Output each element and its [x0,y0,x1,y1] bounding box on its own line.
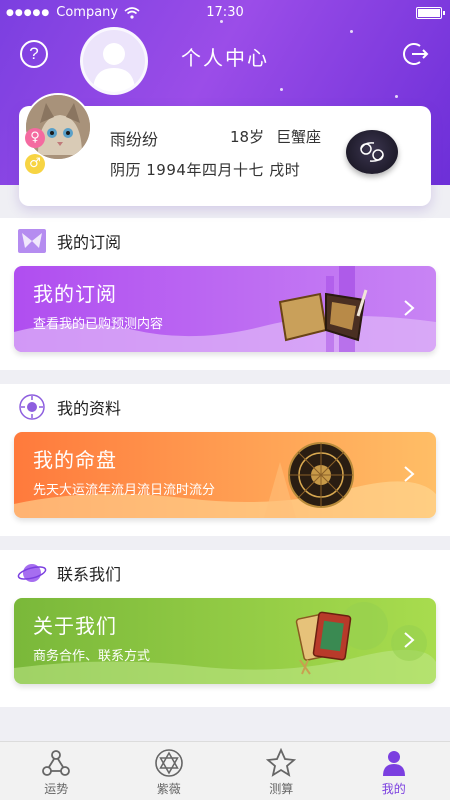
zodiac-wheel-icon [288,442,354,508]
profile-lunar-birthday: 阴历 1994年四月十七 戌时 [110,161,301,179]
female-icon: ♀ [25,128,45,148]
profile-photo [24,93,92,161]
bottom-tab-bar: 运势 紫薇 测算 我的 [0,741,450,800]
banner-title: 我的命盘 [33,448,117,472]
section-subscription: 我的订阅 我的订阅 查看我的已购预测内容 [0,218,450,370]
page-title: 个人中心 [181,46,269,70]
butterfly-icon [18,229,46,253]
birth-chart-banner[interactable]: 我的命盘 先天大运流年流月流日流时流分 [14,432,436,518]
tab-label: 运势 [44,782,69,796]
tab-label: 测算 [269,782,294,796]
tab-fortune[interactable]: 运势 [0,742,113,800]
tab-ziwei[interactable]: 紫薇 [113,742,226,800]
person-icon [382,751,405,776]
subscription-banner[interactable]: 我的订阅 查看我的已购预测内容 [14,266,436,352]
section-title: 联系我们 [57,565,122,584]
profile-name: 雨纷纷 [110,130,159,149]
section-title: 我的订阅 [57,233,122,252]
section-profile-info: 我的资料 我的命盘 先天大运流年流月流日流时流分 [0,384,450,536]
banner-subtitle: 查看我的已购预测内容 [33,317,164,332]
profile-card[interactable]: ♀ ♂ 雨纷纷 18岁 巨蟹座 阴历 1994年四月十七 戌时 [19,93,431,206]
cancer-zodiac-icon [346,130,398,174]
section-title: 我的资料 [57,399,122,418]
status-bar: ●●●●● Company 17:30 [0,4,450,24]
tab-label: 紫薇 [156,782,181,796]
chevron-right-icon [404,300,415,316]
about-us-banner[interactable]: 关于我们 商务合作、联系方式 [14,598,436,684]
banner-subtitle: 商务合作、联系方式 [33,649,151,664]
tab-mine[interactable]: 我的 [338,742,450,800]
banner-title: 我的订阅 [33,282,117,306]
status-time: 17:30 [206,5,244,20]
tab-label: 我的 [381,782,406,796]
profile-zodiac-sign: 巨蟹座 [276,128,322,146]
male-icon: ♂ [25,154,45,174]
profile-age: 18岁 [230,128,265,146]
exit-icon[interactable] [402,40,430,68]
tarot-cards-icon [295,611,352,675]
tab-calculate[interactable]: 测算 [225,742,338,800]
book-icon [278,289,368,342]
banner-subtitle: 先天大运流年流月流日流时流分 [33,483,216,498]
chevron-right-icon [404,466,415,482]
star-of-david-icon [154,749,183,777]
planet-icon [17,564,47,582]
network-icon [42,750,71,776]
section-contact: 联系我们 关于我们 商务合作、联系方式 [0,550,450,707]
sun-icon [19,394,45,420]
star-icon [266,748,297,777]
battery-icon [416,7,445,19]
banner-title: 关于我们 [33,614,117,638]
chevron-right-icon [404,632,415,648]
